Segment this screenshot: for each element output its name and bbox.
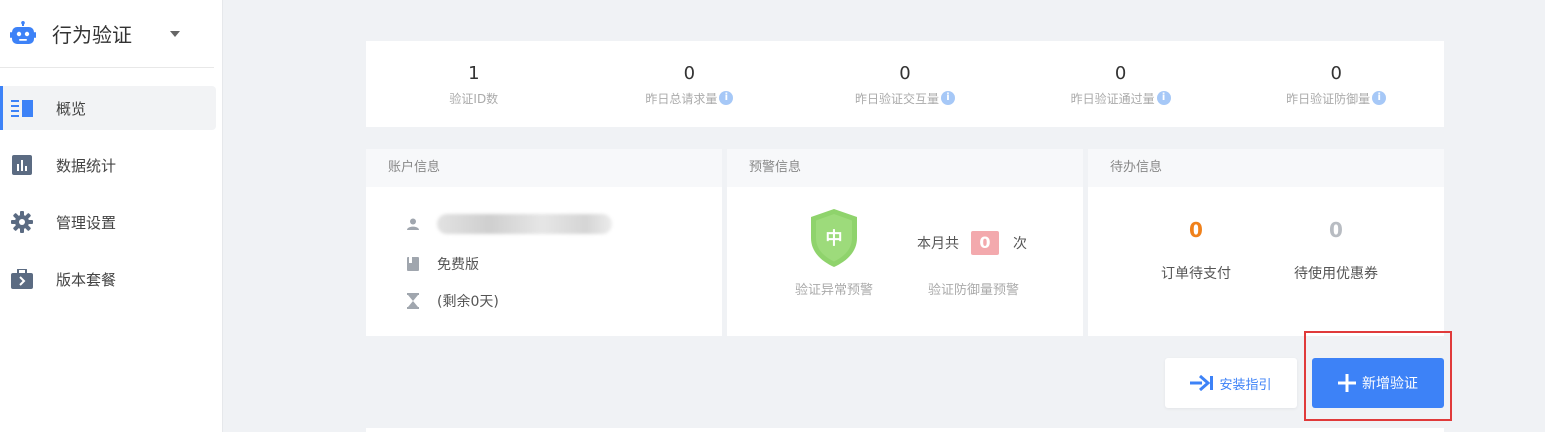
stat-label-text: 验证ID数: [449, 91, 499, 106]
add-verification-label: 新增验证: [1362, 376, 1418, 392]
sidebar-item-label: 概览: [56, 99, 87, 118]
app-title: 行为验证: [52, 23, 132, 47]
month-count-badge: 0: [971, 231, 999, 255]
month-suffix: 次: [1013, 236, 1027, 252]
stat-value: 0: [899, 62, 911, 84]
stats-summary: 1 验证ID数 0 昨日总请求量 i 0 昨日验证交互量 i 0 昨日验证通过量 i …: [366, 41, 1444, 127]
sidebar-item-plans[interactable]: 版本套餐: [0, 257, 216, 301]
stat-interactions: 0 昨日验证交互量 i: [797, 62, 1013, 107]
shield-level-text: 中: [826, 228, 843, 249]
defense-warning-label: 验证防御量预警: [928, 283, 1020, 298]
next-section-edge: [366, 428, 1444, 432]
sidebar-item-label: 版本套餐: [56, 270, 117, 289]
month-prefix: 本月共: [917, 236, 959, 252]
product-switcher[interactable]: 行为验证: [0, 0, 214, 68]
book-icon: [406, 257, 420, 271]
stat-label: 验证ID数: [449, 90, 498, 107]
panel-header: 待办信息: [1088, 149, 1444, 187]
panel-header: 预警信息: [727, 149, 1083, 187]
briefcase-icon: [11, 268, 33, 290]
todo-panel: 待办信息 0 订单待支付 0 待使用优惠券: [1088, 149, 1444, 336]
install-guide-button[interactable]: 安装指引: [1165, 358, 1297, 408]
sidebar-item-statistics[interactable]: 数据统计: [0, 143, 216, 187]
sidebar-item-label: 管理设置: [56, 213, 117, 232]
user-icon: [406, 217, 420, 231]
username-redacted: [437, 214, 612, 234]
sidebar-item-label: 数据统计: [56, 156, 117, 175]
stat-verify-id-count: 1 验证ID数: [366, 62, 582, 107]
gear-icon: [11, 211, 33, 233]
stat-total-requests: 0 昨日总请求量 i: [582, 62, 798, 107]
stat-value: 0: [1330, 62, 1342, 84]
warning-panel: 预警信息 中 验证异常预警 本月共 0 次 验证防御量预警: [727, 149, 1083, 336]
stat-label-text: 昨日验证交互量: [854, 91, 939, 106]
robot-logo-icon: [10, 20, 36, 44]
sidebar-item-settings[interactable]: 管理设置: [0, 200, 216, 244]
chevron-down-icon[interactable]: [170, 30, 180, 37]
pending-orders-count: 0: [1189, 218, 1203, 242]
sidebar-item-overview[interactable]: 概览: [0, 86, 216, 130]
stat-passed: 0 昨日验证通过量 i: [1013, 62, 1229, 107]
stat-value: 0: [683, 62, 696, 84]
info-icon[interactable]: i: [719, 91, 734, 105]
stat-label: 昨日验证防御量 i: [1286, 90, 1387, 107]
coupons-count: 0: [1329, 218, 1343, 242]
coupons-label: 待使用优惠券: [1294, 266, 1378, 282]
hourglass-icon: [406, 293, 420, 309]
overview-icon: [11, 97, 33, 119]
remaining-days: (剩余0天): [437, 294, 499, 310]
todo-coupons[interactable]: 0 待使用优惠券: [1276, 217, 1396, 283]
account-remaining-row: (剩余0天): [406, 291, 499, 311]
panel-header: 账户信息: [366, 149, 722, 187]
sidebar-nav: 概览 数据统计 管理设置 版本套餐: [0, 86, 222, 301]
stat-label-text: 昨日总请求量: [645, 91, 718, 106]
info-icon[interactable]: i: [1156, 91, 1171, 105]
stat-label: 昨日验证交互量 i: [855, 90, 955, 107]
account-panel: 账户信息 免费版 (剩余0天): [366, 149, 722, 336]
stat-label-text: 昨日验证通过量: [1070, 91, 1155, 106]
add-verification-button[interactable]: 新增验证: [1312, 358, 1444, 408]
stat-label: 昨日验证通过量 i: [1071, 90, 1171, 107]
bar-chart-icon: [11, 154, 33, 176]
monthly-warning-count: 本月共 0 次: [917, 231, 1027, 255]
pending-orders-label: 订单待支付: [1161, 266, 1231, 282]
shield-medium-icon: 中: [809, 208, 859, 272]
plus-icon: [1338, 374, 1356, 392]
todo-pending-orders[interactable]: 0 订单待支付: [1136, 217, 1256, 283]
arrow-right-icon: [1190, 375, 1214, 391]
stat-defended: 0 昨日验证防御量 i: [1228, 62, 1444, 107]
install-guide-label: 安装指引: [1219, 377, 1272, 393]
account-plan-row: 免费版: [406, 254, 479, 274]
abnormal-warning-label: 验证异常预警: [795, 283, 874, 298]
stat-label: 昨日总请求量 i: [645, 90, 734, 107]
stat-value: 1: [468, 62, 480, 84]
stat-value: 0: [1114, 62, 1127, 84]
info-icon[interactable]: i: [1372, 91, 1387, 105]
info-icon[interactable]: i: [940, 91, 955, 105]
sidebar: 行为验证 概览 数据统计 管理设置 版本套餐: [0, 0, 223, 432]
account-username-row: [406, 214, 612, 234]
plan-name: 免费版: [437, 257, 479, 273]
stat-label-text: 昨日验证防御量: [1286, 91, 1371, 106]
